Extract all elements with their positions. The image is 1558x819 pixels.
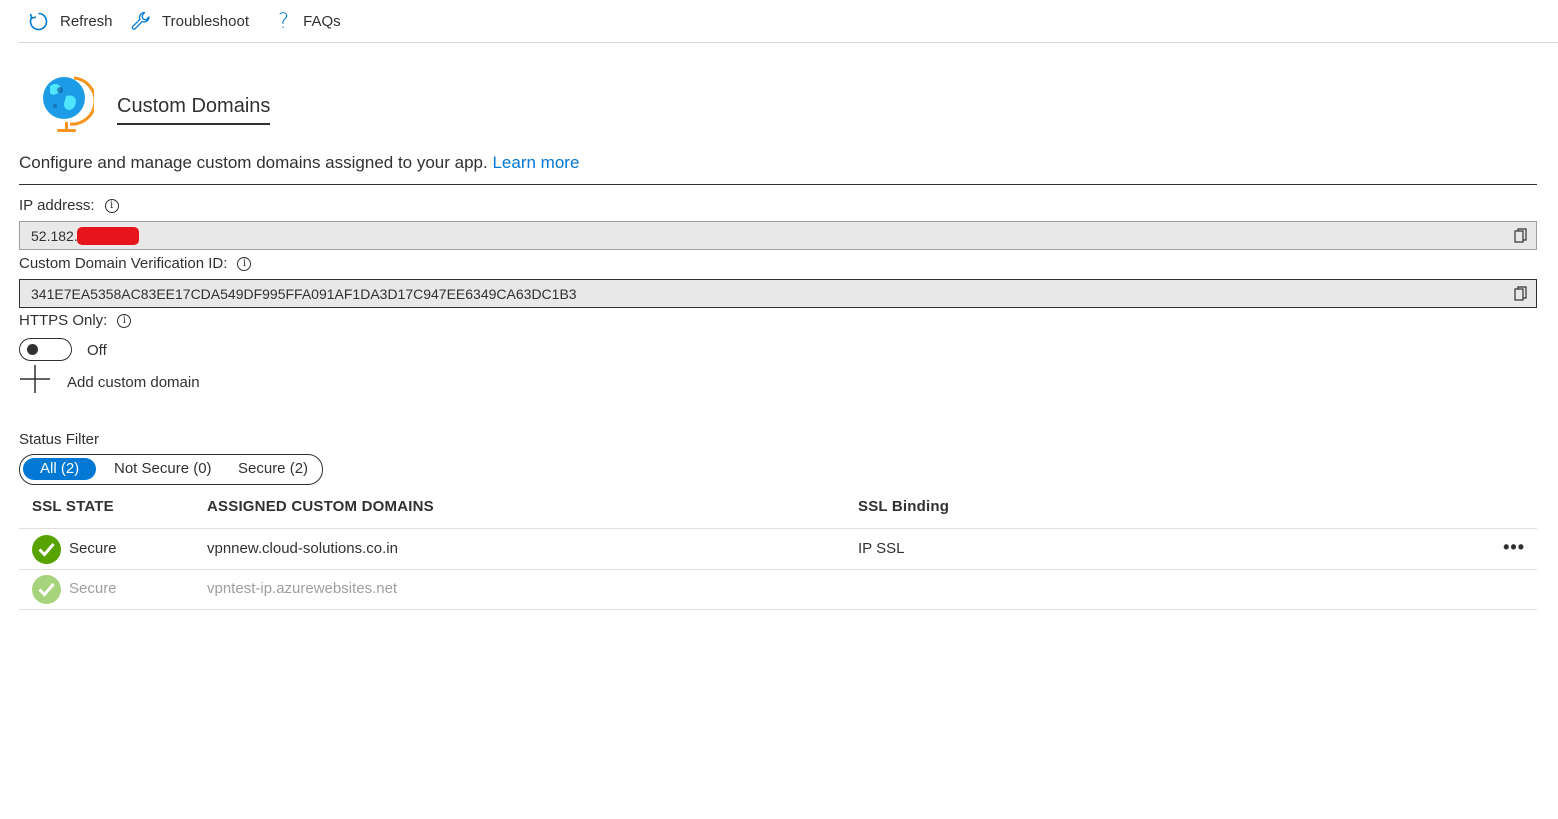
globe-icon <box>43 76 94 132</box>
refresh-button[interactable]: Refresh <box>28 10 113 32</box>
more-options-icon[interactable]: ••• <box>1503 537 1525 558</box>
verification-id-label-row: Custom Domain Verification ID: i <box>19 255 252 272</box>
check-circle-icon <box>32 535 61 564</box>
add-custom-domain-button[interactable]: Add custom domain <box>19 364 219 394</box>
ip-address-value: 52.182. <box>31 227 78 244</box>
wrench-icon <box>131 11 150 30</box>
verification-id-value: 341E7EA5358AC83EE17CDA549DF995FFA091AF1D… <box>31 285 577 302</box>
description-text: Configure and manage custom domains assi… <box>19 153 488 172</box>
https-only-label: HTTPS Only: <box>19 312 108 329</box>
filter-not-secure[interactable]: Not Secure (0) <box>114 458 212 480</box>
column-header-ssl-state[interactable]: SSL STATE <box>32 498 114 515</box>
ip-address-field[interactable]: 52.182. <box>19 221 1537 250</box>
https-only-label-row: HTTPS Only: i <box>19 312 132 329</box>
table-row[interactable]: Secure vpntest-ip.azurewebsites.net <box>19 569 1537 610</box>
info-icon[interactable]: i <box>104 198 119 213</box>
plus-icon <box>20 365 50 393</box>
copy-icon[interactable] <box>1514 228 1528 244</box>
info-icon[interactable]: i <box>237 256 252 271</box>
troubleshoot-button[interactable]: Troubleshoot <box>131 10 249 32</box>
refresh-icon <box>29 12 48 30</box>
refresh-label: Refresh <box>60 12 113 30</box>
table-row[interactable]: Secure vpnnew.cloud-solutions.co.in IP S… <box>19 529 1537 570</box>
page-title: Custom Domains <box>117 95 271 125</box>
filter-secure[interactable]: Secure (2) <box>238 458 308 480</box>
faqs-label: FAQs <box>303 12 341 30</box>
page-description: Configure and manage custom domains assi… <box>19 153 1537 185</box>
ip-address-label-row: IP address: i <box>19 197 119 214</box>
question-mark-icon: ? <box>278 9 290 33</box>
ssl-binding-cell: IP SSL <box>858 540 905 557</box>
ssl-state-cell: Secure <box>69 540 117 557</box>
troubleshoot-label: Troubleshoot <box>162 12 249 30</box>
learn-more-link[interactable]: Learn more <box>492 153 579 172</box>
info-icon[interactable]: i <box>117 313 132 328</box>
status-filter-pills: All (2) Not Secure (0) Secure (2) <box>19 454 323 485</box>
status-filter-label: Status Filter <box>19 431 100 448</box>
verification-id-field[interactable]: 341E7EA5358AC83EE17CDA549DF995FFA091AF1D… <box>19 279 1537 308</box>
column-header-ssl-binding[interactable]: SSL Binding <box>858 498 949 515</box>
check-circle-icon <box>32 575 61 604</box>
domain-cell: vpnnew.cloud-solutions.co.in <box>207 540 398 557</box>
ssl-state-cell: Secure <box>69 580 117 597</box>
verification-id-label: Custom Domain Verification ID: <box>19 255 228 272</box>
toggle-knob <box>27 344 38 355</box>
redaction-mark <box>76 226 139 245</box>
add-custom-domain-label: Add custom domain <box>67 374 200 391</box>
copy-icon[interactable] <box>1514 286 1528 302</box>
ip-address-label: IP address: <box>19 197 95 214</box>
https-only-state: Off <box>87 342 107 359</box>
domain-cell: vpntest-ip.azurewebsites.net <box>207 580 398 597</box>
https-only-toggle[interactable] <box>19 338 72 361</box>
column-header-domains[interactable]: ASSIGNED CUSTOM DOMAINS <box>207 498 434 515</box>
command-bar: Refresh Troubleshoot ? FAQs <box>19 0 1558 43</box>
filter-all[interactable]: All (2) <box>23 458 97 480</box>
faqs-button[interactable]: ? FAQs <box>278 9 341 33</box>
